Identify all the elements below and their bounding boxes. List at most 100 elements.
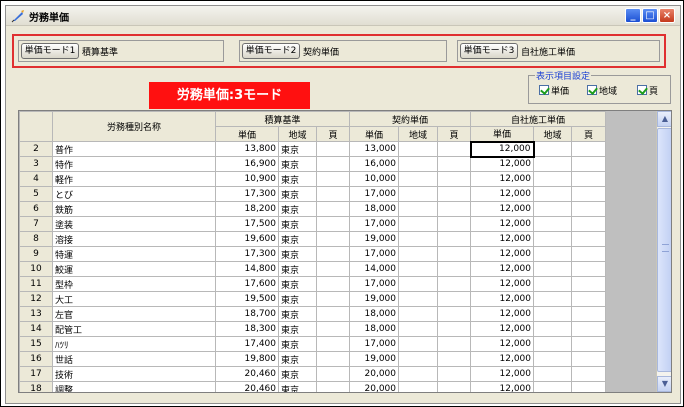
own-page-cell[interactable]	[571, 216, 606, 232]
standard-region-cell[interactable]: 東京	[278, 156, 317, 172]
table-row[interactable]: 11 型枠 17,600 東京 17,000 12,000	[19, 276, 606, 292]
contract-price-cell[interactable]: 17,000	[349, 216, 399, 232]
own-page-cell[interactable]	[571, 201, 606, 217]
own-region-cell[interactable]	[533, 186, 572, 202]
labor-rate-grid[interactable]: 労務種別名称 積算基準 契約単価 自社施工単価 単価 地域 頁 単価 地域 頁 …	[18, 110, 672, 393]
own-price-cell[interactable]: 12,000	[470, 336, 534, 352]
close-button[interactable]: ×	[659, 8, 675, 23]
contract-region-cell[interactable]	[398, 381, 438, 392]
table-row[interactable]: 9 特運 17,300 東京 17,000 12,000	[19, 246, 606, 262]
labor-type-name-cell[interactable]: 技術	[52, 366, 216, 382]
standard-page-cell[interactable]	[316, 141, 350, 157]
show-region-checkbox[interactable]: 地域	[587, 84, 617, 97]
standard-price-cell[interactable]: 18,200	[215, 201, 279, 217]
own-price-cell[interactable]: 12,000	[470, 351, 534, 367]
table-row[interactable]: 13 左官 18,700 東京 18,000 12,000	[19, 306, 606, 322]
unit-price-mode-2-button[interactable]: 単価モード2	[242, 43, 300, 59]
standard-price-cell[interactable]: 17,300	[215, 186, 279, 202]
standard-price-cell[interactable]: 19,500	[215, 291, 279, 307]
contract-price-cell[interactable]: 14,000	[349, 261, 399, 277]
own-page-cell[interactable]	[571, 261, 606, 277]
standard-region-cell[interactable]: 東京	[278, 171, 317, 187]
column-header-price[interactable]: 単価	[470, 126, 534, 142]
table-row[interactable]: 7 塗装 17,500 東京 17,000 12,000	[19, 216, 606, 232]
standard-region-cell[interactable]: 東京	[278, 381, 317, 392]
own-price-cell[interactable]: 12,000	[470, 366, 534, 382]
own-page-cell[interactable]	[571, 291, 606, 307]
own-price-cell[interactable]: 12,000	[470, 231, 534, 247]
contract-page-cell[interactable]	[437, 171, 471, 187]
labor-type-name-cell[interactable]: 左官	[52, 306, 216, 322]
contract-price-cell[interactable]: 13,000	[349, 141, 399, 157]
contract-region-cell[interactable]	[398, 291, 438, 307]
table-row[interactable]: 15 ﾊﾂﾘ 17,400 東京 17,000 12,000	[19, 336, 606, 352]
own-region-cell[interactable]	[533, 291, 572, 307]
labor-type-name-cell[interactable]: 型枠	[52, 276, 216, 292]
standard-page-cell[interactable]	[316, 156, 350, 172]
table-row[interactable]: 2 普作 13,800 東京 13,000 12,000	[19, 140, 606, 158]
own-page-cell[interactable]	[571, 156, 606, 172]
show-price-checkbox[interactable]: 単価	[539, 84, 569, 97]
labor-type-name-cell[interactable]: 配管工	[52, 321, 216, 337]
own-region-cell[interactable]	[533, 306, 572, 322]
standard-price-cell[interactable]: 18,300	[215, 321, 279, 337]
labor-type-name-cell[interactable]: 塗装	[52, 216, 216, 232]
contract-price-cell[interactable]: 18,000	[349, 321, 399, 337]
contract-price-cell[interactable]: 19,000	[349, 351, 399, 367]
own-region-cell[interactable]	[533, 246, 572, 262]
contract-page-cell[interactable]	[437, 381, 471, 392]
contract-region-cell[interactable]	[398, 351, 438, 367]
own-price-cell[interactable]: 12,000	[470, 381, 534, 392]
standard-price-cell[interactable]: 16,900	[215, 156, 279, 172]
standard-page-cell[interactable]	[316, 201, 350, 217]
table-row[interactable]: 10 鮫運 14,800 東京 14,000 12,000	[19, 261, 606, 277]
standard-region-cell[interactable]: 東京	[278, 261, 317, 277]
contract-price-cell[interactable]: 17,000	[349, 276, 399, 292]
contract-price-cell[interactable]: 16,000	[349, 156, 399, 172]
own-page-cell[interactable]	[571, 366, 606, 382]
scroll-up-button[interactable]: ▲	[657, 111, 671, 127]
contract-price-cell[interactable]: 19,000	[349, 231, 399, 247]
labor-type-name-cell[interactable]: ﾊﾂﾘ	[52, 336, 216, 352]
labor-type-name-cell[interactable]: とび	[52, 186, 216, 202]
contract-price-cell[interactable]: 18,000	[349, 306, 399, 322]
standard-region-cell[interactable]: 東京	[278, 246, 317, 262]
standard-price-cell[interactable]: 17,600	[215, 276, 279, 292]
own-region-cell[interactable]	[533, 366, 572, 382]
contract-region-cell[interactable]	[398, 216, 438, 232]
standard-price-cell[interactable]: 10,900	[215, 171, 279, 187]
contract-price-cell[interactable]: 20,000	[349, 381, 399, 392]
standard-price-cell[interactable]: 17,400	[215, 336, 279, 352]
contract-region-cell[interactable]	[398, 246, 438, 262]
standard-region-cell[interactable]: 東京	[278, 231, 317, 247]
labor-type-name-cell[interactable]: 大工	[52, 291, 216, 307]
own-region-cell[interactable]	[533, 141, 572, 157]
contract-page-cell[interactable]	[437, 306, 471, 322]
contract-page-cell[interactable]	[437, 156, 471, 172]
standard-price-cell[interactable]: 19,600	[215, 231, 279, 247]
own-region-cell[interactable]	[533, 171, 572, 187]
table-row[interactable]: 3 特作 16,900 東京 16,000 12,000	[19, 156, 606, 172]
table-row[interactable]: 18 調整 20,460 東京 20,000 12,000	[19, 381, 606, 392]
contract-page-cell[interactable]	[437, 231, 471, 247]
contract-page-cell[interactable]	[437, 336, 471, 352]
contract-price-cell[interactable]: 18,000	[349, 201, 399, 217]
own-region-cell[interactable]	[533, 201, 572, 217]
standard-page-cell[interactable]	[316, 351, 350, 367]
own-region-cell[interactable]	[533, 321, 572, 337]
own-price-cell[interactable]: 12,000	[470, 186, 534, 202]
table-row[interactable]: 8 溶接 19,600 東京 19,000 12,000	[19, 231, 606, 247]
column-header-price[interactable]: 単価	[215, 126, 279, 142]
own-price-cell[interactable]: 12,000	[470, 216, 534, 232]
standard-page-cell[interactable]	[316, 336, 350, 352]
contract-region-cell[interactable]	[398, 366, 438, 382]
standard-page-cell[interactable]	[316, 216, 350, 232]
own-price-cell[interactable]: 12,000	[470, 201, 534, 217]
labor-type-name-cell[interactable]: 特運	[52, 246, 216, 262]
standard-page-cell[interactable]	[316, 321, 350, 337]
standard-page-cell[interactable]	[316, 171, 350, 187]
standard-region-cell[interactable]: 東京	[278, 141, 317, 157]
contract-price-cell[interactable]: 10,000	[349, 171, 399, 187]
own-page-cell[interactable]	[571, 171, 606, 187]
column-header-page[interactable]: 頁	[437, 126, 471, 142]
